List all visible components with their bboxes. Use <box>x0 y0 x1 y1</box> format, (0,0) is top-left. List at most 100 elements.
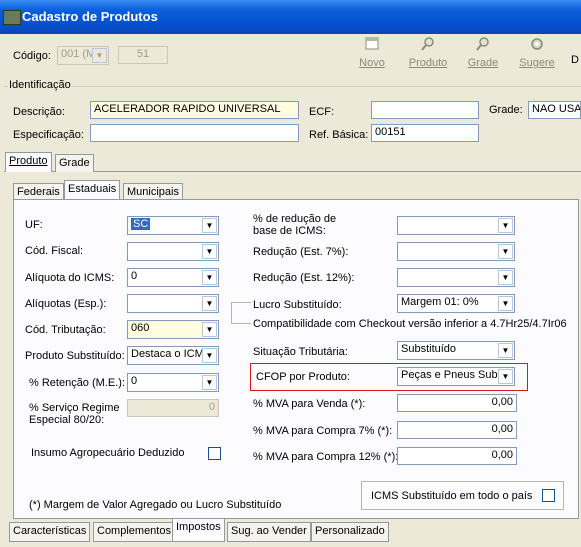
reducao-label-line2: base de ICMS: <box>253 225 326 237</box>
icms-all-label: ICMS Substituído em todo o país <box>371 490 533 502</box>
novo-button[interactable]: Novo <box>353 36 391 69</box>
sugere-label: Sugere <box>519 57 555 69</box>
mva-c12-label: % MVA para Compra 12% (*): <box>253 451 399 463</box>
aliqesp-label: Alíquotas (Esp.): <box>25 298 107 310</box>
chevron-down-icon: ▼ <box>202 270 217 285</box>
red12-select[interactable]: ▼ <box>397 268 515 287</box>
prodsubst-select[interactable]: Destaca o ICMS ▼ <box>127 346 219 365</box>
situacao-label: Situação Tributária: <box>253 346 348 358</box>
especificacao-label: Especificação: <box>13 129 84 141</box>
descricao-field[interactable]: ACELERADOR RAPIDO UNIVERSAL <box>90 101 299 119</box>
servico-field[interactable]: 0 <box>127 399 219 417</box>
prodsubst-label: Produto Substituído: <box>25 350 125 362</box>
uf-select[interactable]: SC ▼ <box>127 216 219 235</box>
cfop-label: CFOP por Produto: <box>256 371 350 383</box>
search-icon <box>421 37 434 51</box>
aliqicms-select-value: 0 <box>131 270 138 282</box>
chevron-down-icon: ▼ <box>202 322 217 337</box>
chevron-down-icon: ▼ <box>498 244 513 259</box>
bracket-divider <box>231 302 251 324</box>
especificacao-field[interactable] <box>90 124 299 142</box>
codtrib-label: Cód. Tributação: <box>25 324 106 336</box>
chevron-down-icon: ▼ <box>202 375 217 390</box>
chevron-down-icon: ▼ <box>202 218 217 233</box>
tab-produto[interactable]: Produto <box>5 152 52 172</box>
codigo-select[interactable]: 001 (M ▼ <box>57 46 109 65</box>
refbasica-label: Ref. Básica: <box>309 129 369 141</box>
compat-label: Compatibilidade com Checkout versão infe… <box>253 318 567 330</box>
sugere-button[interactable]: Sugere <box>516 36 558 69</box>
aliqesp-select[interactable]: ▼ <box>127 294 219 313</box>
search-icon <box>476 37 489 51</box>
situacao-select-value: Substituído <box>401 343 457 355</box>
retencao-select-value: 0 <box>131 375 138 387</box>
lucro-select-value: Margem 01: 0% <box>401 296 479 308</box>
codigo-label: Código: <box>13 50 51 62</box>
servico-label-line2: Especial 80/20: <box>29 414 105 426</box>
chevron-down-icon: ▼ <box>498 270 513 285</box>
produto-label: Produto <box>408 57 448 69</box>
grade-label: Grade <box>467 57 499 69</box>
tab-personalizado[interactable]: Personalizado <box>311 522 389 542</box>
new-icon <box>365 37 379 50</box>
app-icon <box>3 10 21 25</box>
mva-c7-field[interactable]: 0,00 <box>397 421 517 439</box>
codtrib-select[interactable]: 060 ▼ <box>127 320 219 339</box>
chevron-down-icon: ▼ <box>498 343 513 358</box>
gear-icon <box>531 38 543 50</box>
tab-impostos[interactable]: Impostos <box>172 518 225 542</box>
reducao-label: % de redução de base de ICMS: <box>253 213 336 237</box>
novo-label: Novo <box>359 57 385 69</box>
ecf-label: ECF: <box>309 106 335 118</box>
grade-field-label: Grade: <box>489 104 523 116</box>
codfiscal-select[interactable]: ▼ <box>127 242 219 261</box>
mva-venda-field[interactable]: 0,00 <box>397 394 517 412</box>
tab-caracteristicas[interactable]: Características <box>9 522 91 542</box>
title-bar: Cadastro de Produtos <box>0 0 581 34</box>
codfiscal-label: Cód. Fiscal: <box>25 245 84 257</box>
situacao-select[interactable]: Substituído ▼ <box>397 341 515 360</box>
insumo-label: Insumo Agropecuário Deduzido <box>31 447 185 459</box>
cfop-select[interactable]: Peças e Pneus Subs ▼ <box>397 367 515 386</box>
mva-c7-label: % MVA para Compra 7% (*): <box>253 425 393 437</box>
chevron-down-icon: ▼ <box>92 48 107 63</box>
produto-button[interactable]: Produto <box>405 36 451 69</box>
reducao-select[interactable]: ▼ <box>397 216 515 235</box>
tab-estaduais[interactable]: Estaduais <box>64 180 121 201</box>
servico-label-line1: % Serviço Regime <box>29 402 120 414</box>
descricao-label: Descrição: <box>13 106 65 118</box>
icms-all-checkbox[interactable] <box>542 489 555 502</box>
uf-label: UF: <box>25 219 43 231</box>
tab-complementos[interactable]: Complementos <box>93 522 175 542</box>
refbasica-field[interactable]: 00151 <box>371 124 479 142</box>
tab-sug-ao-vender[interactable]: Sug. ao Vender <box>227 522 311 542</box>
retencao-label: % Retenção (M.E.): <box>29 377 125 389</box>
mva-c12-field[interactable]: 0,00 <box>397 447 517 465</box>
prodsubst-select-value: Destaca o ICMS <box>131 348 212 360</box>
window-title: Cadastro de Produtos <box>22 9 158 24</box>
aliqicms-label: Alíquota do ICMS: <box>25 272 115 284</box>
lucro-select[interactable]: Margem 01: 0% ▼ <box>397 294 515 313</box>
aliqicms-select[interactable]: 0 ▼ <box>127 268 219 287</box>
tab-grade[interactable]: Grade <box>55 154 94 172</box>
uf-select-value: SC <box>131 218 151 230</box>
red7-label: Redução (Est. 7%): <box>253 246 349 258</box>
chevron-down-icon: ▼ <box>202 348 217 363</box>
grade-button[interactable]: Grade <box>463 36 503 69</box>
retencao-select[interactable]: 0 ▼ <box>127 373 219 392</box>
red12-label: Redução (Est. 12%): <box>253 272 355 284</box>
grade-field[interactable]: NAO USA <box>528 101 581 119</box>
insumo-checkbox[interactable] <box>208 447 221 460</box>
chevron-down-icon: ▼ <box>202 296 217 311</box>
chevron-down-icon: ▼ <box>202 244 217 259</box>
ecf-field[interactable] <box>371 101 479 119</box>
chevron-down-icon: ▼ <box>498 369 513 384</box>
cfop-select-value: Peças e Pneus Subs <box>401 369 504 381</box>
codtrib-select-value: 060 <box>131 322 150 334</box>
chevron-down-icon: ▼ <box>498 218 513 233</box>
ident-divider <box>4 86 581 87</box>
red7-select[interactable]: ▼ <box>397 242 515 261</box>
codigo-select-value: 001 (M <box>61 48 96 60</box>
chevron-down-icon: ▼ <box>498 296 513 311</box>
codigo-number-field[interactable]: 51 <box>118 46 168 64</box>
